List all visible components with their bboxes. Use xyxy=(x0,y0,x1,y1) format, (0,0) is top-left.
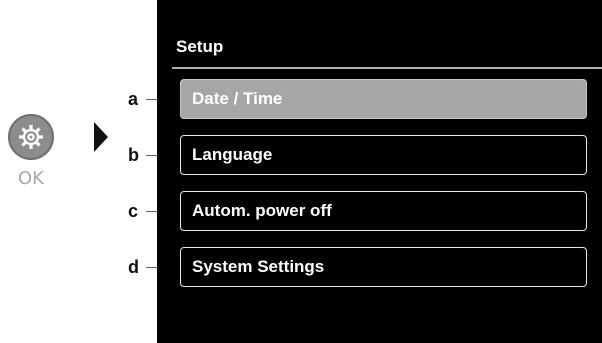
ok-button[interactable] xyxy=(8,114,54,160)
gear-icon xyxy=(19,125,43,149)
screen-title: Setup xyxy=(176,37,224,56)
callout-letter-c: c xyxy=(128,200,139,221)
menu-item-autom-power-off[interactable]: Autom. power off xyxy=(180,191,587,231)
device-screen: Setup Date / Time Language Autom. power … xyxy=(157,0,602,343)
menu-item-language[interactable]: Language xyxy=(180,135,587,175)
callout-letter-d: d xyxy=(128,256,139,277)
ok-label: OK xyxy=(18,168,44,189)
menu-item-date-time[interactable]: Date / Time xyxy=(180,79,587,119)
menu-item-system-settings[interactable]: System Settings xyxy=(180,247,587,287)
pointer-arrow-icon xyxy=(94,122,108,152)
title-divider xyxy=(172,67,602,69)
callout-letter-a: a xyxy=(128,88,139,109)
callout-letter-b: b xyxy=(128,144,139,165)
